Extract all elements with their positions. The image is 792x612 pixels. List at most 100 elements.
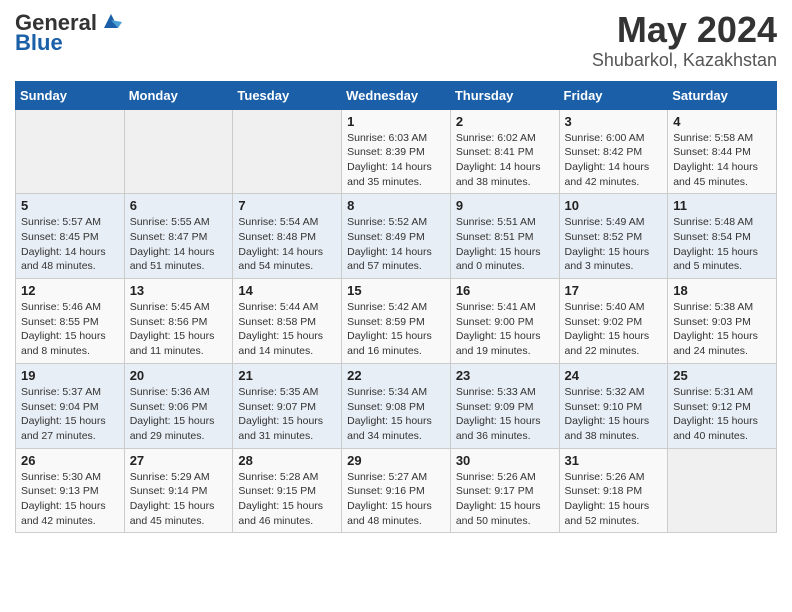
weekday-header: Sunday — [16, 81, 125, 109]
day-number: 2 — [456, 114, 554, 129]
day-number: 28 — [238, 453, 336, 468]
sunrise-text: Sunrise: 5:37 AM — [21, 385, 119, 400]
sunset-text: Sunset: 8:49 PM — [347, 230, 445, 245]
sunset-text: Sunset: 8:48 PM — [238, 230, 336, 245]
day-number: 31 — [565, 453, 663, 468]
daylight-text: Daylight: 14 hours and 54 minutes. — [238, 245, 336, 274]
daylight-text: Daylight: 14 hours and 35 minutes. — [347, 160, 445, 189]
daylight-text: Daylight: 15 hours and 29 minutes. — [130, 414, 228, 443]
day-info: Sunrise: 5:52 AMSunset: 8:49 PMDaylight:… — [347, 215, 445, 274]
day-number: 27 — [130, 453, 228, 468]
daylight-text: Daylight: 14 hours and 45 minutes. — [673, 160, 771, 189]
sunrise-text: Sunrise: 5:48 AM — [673, 215, 771, 230]
sunset-text: Sunset: 8:42 PM — [565, 145, 663, 160]
sunset-text: Sunset: 8:54 PM — [673, 230, 771, 245]
weekday-header-row: SundayMondayTuesdayWednesdayThursdayFrid… — [16, 81, 777, 109]
day-info: Sunrise: 5:44 AMSunset: 8:58 PMDaylight:… — [238, 300, 336, 359]
daylight-text: Daylight: 15 hours and 45 minutes. — [130, 499, 228, 528]
daylight-text: Daylight: 15 hours and 34 minutes. — [347, 414, 445, 443]
calendar-week-row: 12Sunrise: 5:46 AMSunset: 8:55 PMDayligh… — [16, 279, 777, 364]
daylight-text: Daylight: 15 hours and 48 minutes. — [347, 499, 445, 528]
calendar-cell: 16Sunrise: 5:41 AMSunset: 9:00 PMDayligh… — [450, 279, 559, 364]
daylight-text: Daylight: 15 hours and 46 minutes. — [238, 499, 336, 528]
daylight-text: Daylight: 15 hours and 27 minutes. — [21, 414, 119, 443]
daylight-text: Daylight: 15 hours and 50 minutes. — [456, 499, 554, 528]
daylight-text: Daylight: 15 hours and 40 minutes. — [673, 414, 771, 443]
sunrise-text: Sunrise: 5:30 AM — [21, 470, 119, 485]
day-info: Sunrise: 5:40 AMSunset: 9:02 PMDaylight:… — [565, 300, 663, 359]
sunrise-text: Sunrise: 5:33 AM — [456, 385, 554, 400]
sunrise-text: Sunrise: 6:02 AM — [456, 131, 554, 146]
calendar-table: SundayMondayTuesdayWednesdayThursdayFrid… — [15, 81, 777, 534]
sunset-text: Sunset: 8:39 PM — [347, 145, 445, 160]
sunrise-text: Sunrise: 5:34 AM — [347, 385, 445, 400]
calendar-subtitle: Shubarkol, Kazakhstan — [592, 50, 777, 71]
sunrise-text: Sunrise: 5:54 AM — [238, 215, 336, 230]
day-info: Sunrise: 5:30 AMSunset: 9:13 PMDaylight:… — [21, 470, 119, 529]
calendar-week-row: 1Sunrise: 6:03 AMSunset: 8:39 PMDaylight… — [16, 109, 777, 194]
sunrise-text: Sunrise: 5:36 AM — [130, 385, 228, 400]
calendar-cell: 20 Sunrise: 5:36 AMSunset: 9:06 PMDayligh… — [124, 363, 233, 448]
calendar-cell: 9Sunrise: 5:51 AMSunset: 8:51 PMDaylight… — [450, 194, 559, 279]
calendar-title: May 2024 — [592, 10, 777, 50]
day-info: Sunrise: 5:31 AMSunset: 9:12 PMDaylight:… — [673, 385, 771, 444]
sunrise-text: Sunrise: 5:49 AM — [565, 215, 663, 230]
sunrise-text: Sunrise: 5:46 AM — [21, 300, 119, 315]
daylight-text: Daylight: 14 hours and 57 minutes. — [347, 245, 445, 274]
sunset-text: Sunset: 9:15 PM — [238, 484, 336, 499]
daylight-text: Daylight: 15 hours and 8 minutes. — [21, 329, 119, 358]
sunset-text: Sunset: 9:00 PM — [456, 315, 554, 330]
weekday-header: Monday — [124, 81, 233, 109]
day-info: Sunrise: 5:42 AMSunset: 8:59 PMDaylight:… — [347, 300, 445, 359]
day-number: 13 — [130, 283, 228, 298]
sunrise-text: Sunrise: 5:51 AM — [456, 215, 554, 230]
daylight-text: Daylight: 15 hours and 19 minutes. — [456, 329, 554, 358]
sunrise-text: Sunrise: 5:40 AM — [565, 300, 663, 315]
day-number: 11 — [673, 198, 771, 213]
sunrise-text: Sunrise: 5:58 AM — [673, 131, 771, 146]
day-info: Sunrise: 5:45 AMSunset: 8:56 PMDaylight:… — [130, 300, 228, 359]
weekday-header: Wednesday — [342, 81, 451, 109]
calendar-cell: 18Sunrise: 5:38 AMSunset: 9:03 PMDayligh… — [668, 279, 777, 364]
day-info: Sunrise: 5:58 AMSunset: 8:44 PMDaylight:… — [673, 131, 771, 190]
day-number: 7 — [238, 198, 336, 213]
daylight-text: Daylight: 15 hours and 11 minutes. — [130, 329, 228, 358]
day-number: 5 — [21, 198, 119, 213]
logo: General Blue — [15, 10, 122, 56]
calendar-week-row: 26 Sunrise: 5:30 AMSunset: 9:13 PMDayligh… — [16, 448, 777, 533]
day-number: 12 — [21, 283, 119, 298]
calendar-week-row: 19Sunrise: 5:37 AMSunset: 9:04 PMDayligh… — [16, 363, 777, 448]
day-number: 29 — [347, 453, 445, 468]
sunset-text: Sunset: 9:06 PM — [130, 400, 228, 415]
day-number: 10 — [565, 198, 663, 213]
sunrise-text: Sunrise: 5:26 AM — [456, 470, 554, 485]
sunset-text: Sunset: 8:56 PM — [130, 315, 228, 330]
sunset-text: Sunset: 8:45 PM — [21, 230, 119, 245]
calendar-cell: 14Sunrise: 5:44 AMSunset: 8:58 PMDayligh… — [233, 279, 342, 364]
daylight-text: Daylight: 15 hours and 36 minutes. — [456, 414, 554, 443]
calendar-cell: 29Sunrise: 5:27 AMSunset: 9:16 PMDayligh… — [342, 448, 451, 533]
day-info: Sunrise: 5:38 AMSunset: 9:03 PMDaylight:… — [673, 300, 771, 359]
daylight-text: Daylight: 14 hours and 48 minutes. — [21, 245, 119, 274]
calendar-cell: 13 Sunrise: 5:45 AMSunset: 8:56 PMDayligh… — [124, 279, 233, 364]
calendar-week-row: 5Sunrise: 5:57 AMSunset: 8:45 PMDaylight… — [16, 194, 777, 279]
sunrise-text: Sunrise: 5:38 AM — [673, 300, 771, 315]
daylight-text: Daylight: 15 hours and 16 minutes. — [347, 329, 445, 358]
day-info: Sunrise: 5:55 AMSunset: 8:47 PMDaylight:… — [130, 215, 228, 274]
calendar-cell — [233, 109, 342, 194]
calendar-cell: 23Sunrise: 5:33 AMSunset: 9:09 PMDayligh… — [450, 363, 559, 448]
daylight-text: Daylight: 15 hours and 3 minutes. — [565, 245, 663, 274]
day-number: 26 — [21, 453, 119, 468]
sunset-text: Sunset: 9:16 PM — [347, 484, 445, 499]
header: General Blue May 2024 Shubarkol, Kazakhs… — [15, 10, 777, 71]
day-number: 17 — [565, 283, 663, 298]
sunrise-text: Sunrise: 6:03 AM — [347, 131, 445, 146]
day-info: Sunrise: 5:29 AMSunset: 9:14 PMDaylight:… — [130, 470, 228, 529]
calendar-cell: 21Sunrise: 5:35 AMSunset: 9:07 PMDayligh… — [233, 363, 342, 448]
day-number: 24 — [565, 368, 663, 383]
calendar-cell — [16, 109, 125, 194]
calendar-cell: 26 Sunrise: 5:30 AMSunset: 9:13 PMDayligh… — [16, 448, 125, 533]
day-number: 20 — [130, 368, 228, 383]
day-info: Sunrise: 5:49 AMSunset: 8:52 PMDaylight:… — [565, 215, 663, 274]
calendar-cell: 19Sunrise: 5:37 AMSunset: 9:04 PMDayligh… — [16, 363, 125, 448]
